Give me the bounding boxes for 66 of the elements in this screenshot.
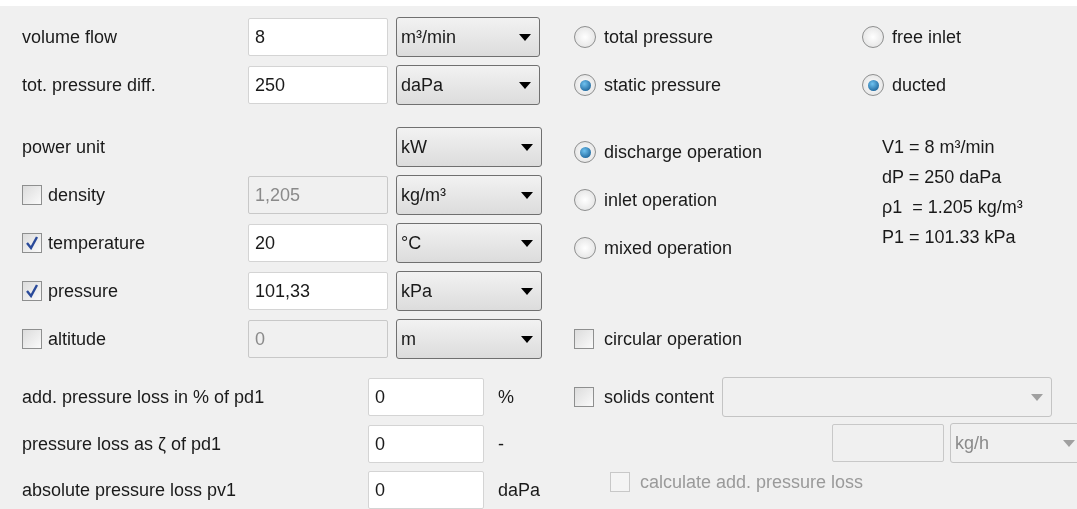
dropdown-arrow-icon [519,33,531,41]
unit-label: % [498,385,514,409]
field-label: add. pressure loss in % of pd1 [22,385,265,409]
dropdown-arrow-icon [521,239,533,247]
dropdown-arrow-icon [519,81,531,89]
field-label: power unit [22,135,106,159]
radio-button[interactable] [574,26,596,48]
radio-button[interactable] [574,74,596,96]
input-field[interactable]: 0 [368,471,484,509]
input-field: 1,205 [248,176,388,214]
option-label[interactable]: ducted [892,71,947,99]
field-label: volume flow [22,25,118,49]
unit-label: daPa [498,478,541,502]
option-label[interactable]: mixed operation [604,234,733,262]
radio-button[interactable] [574,237,596,259]
checkbox[interactable] [22,281,42,301]
unit-dropdown[interactable]: kg/m³ [396,175,542,215]
field-label: pressure loss as ζ of pd1 [22,432,222,456]
summary-line: dP = 250 daPa [882,166,1003,189]
unit-dropdown[interactable] [722,377,1053,417]
dropdown-arrow-icon [1063,439,1075,447]
summary-line: ρ1 = 1.205 kg/m³ [882,196,1023,219]
option-label[interactable]: total pressure [604,23,714,51]
unit-dropdown[interactable]: kPa [396,271,542,311]
field-label[interactable]: altitude [48,325,107,353]
checkbox-label[interactable]: circular operation [604,325,743,353]
radio-button[interactable] [862,26,884,48]
unit-dropdown[interactable]: kW [396,127,542,167]
dropdown-arrow-icon [1031,393,1044,401]
summary-line: P1 = 101.33 kPa [882,226,1017,249]
dropdown-arrow-icon [521,191,533,199]
unit-dropdown[interactable]: °C [396,223,542,263]
field-label[interactable]: temperature [48,229,146,257]
input-field: 0 [248,320,388,358]
unit-dropdown[interactable]: daPa [396,65,540,105]
unit-label: - [498,432,504,456]
checkbox[interactable] [574,387,594,407]
radio-button[interactable] [574,141,596,163]
dropdown-arrow-icon [521,287,533,295]
checkbox[interactable] [22,185,42,205]
input-field[interactable]: 0 [368,425,484,463]
checkbox[interactable] [574,329,594,349]
option-label[interactable]: static pressure [604,71,722,99]
unit-dropdown[interactable]: m [396,319,542,359]
checkbox[interactable] [22,233,42,253]
checkbox-label[interactable]: solids content [604,383,715,411]
unit-dropdown[interactable]: m³/min [396,17,540,57]
radio-button[interactable] [862,74,884,96]
field-label: absolute pressure loss pv1 [22,478,237,502]
option-label[interactable]: free inlet [892,23,962,51]
field-label[interactable]: density [48,181,106,209]
input-field[interactable]: 0 [368,378,484,416]
dropdown-arrow-icon [521,335,533,343]
field-label[interactable]: pressure [48,277,119,305]
option-label[interactable]: inlet operation [604,186,718,214]
checkbox-label: calculate add. pressure loss [640,470,864,494]
input-field[interactable]: 8 [248,18,388,56]
checkbox[interactable] [22,329,42,349]
radio-button[interactable] [574,189,596,211]
field-label: tot. pressure diff. [22,73,156,97]
summary-line: V1 = 8 m³/min [882,136,996,159]
input-field[interactable]: 250 [248,66,388,104]
option-label[interactable]: discharge operation [604,138,763,166]
input-field[interactable]: 101,33 [248,272,388,310]
input-field[interactable]: 20 [248,224,388,262]
dropdown-arrow-icon [521,143,533,151]
